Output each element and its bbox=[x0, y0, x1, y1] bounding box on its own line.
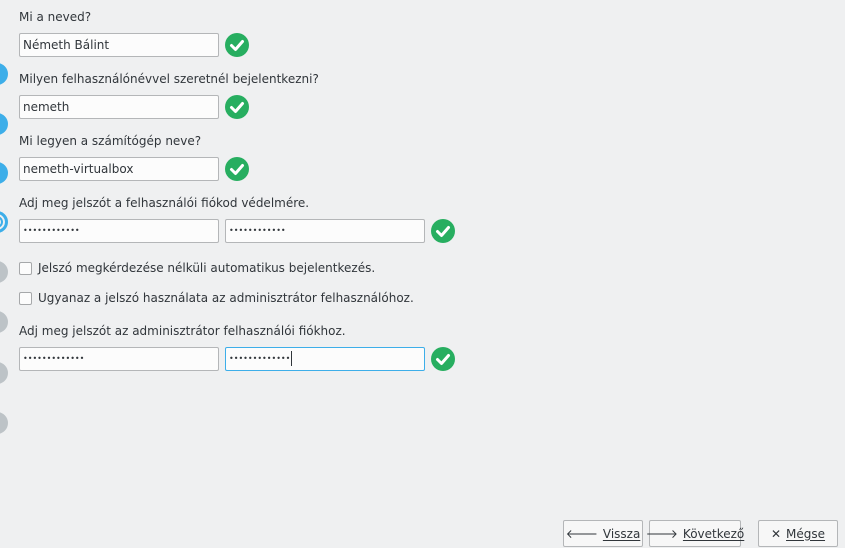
step-indicator bbox=[0, 0, 10, 548]
step-dot-current bbox=[0, 211, 8, 233]
text-caret bbox=[291, 351, 293, 366]
check-icon bbox=[431, 219, 455, 243]
check-icon bbox=[225, 95, 249, 119]
admin-password-confirm-value: ••••••••••••• bbox=[229, 354, 291, 363]
next-button-label: Következő bbox=[682, 526, 745, 541]
hostname-label: Mi legyen a számítógép neve? bbox=[19, 134, 202, 148]
user-password-label: Adj meg jelszót a felhasználói fiókod vé… bbox=[19, 196, 310, 210]
step-dot-7 bbox=[0, 362, 8, 384]
reuse-password-label: Ugyanaz a jelszó használata az adminiszt… bbox=[38, 291, 414, 305]
next-button[interactable]: 🡒 Következő bbox=[645, 520, 745, 547]
cancel-button[interactable]: ✕ Mégse bbox=[758, 520, 838, 547]
cancel-button-label: Mégse bbox=[786, 526, 826, 541]
admin-password-label: Adj meg jelszót az adminisztrátor felhas… bbox=[19, 324, 346, 338]
username-label: Milyen felhasználónévvel szeretnél bejel… bbox=[19, 72, 319, 86]
step-dot-6 bbox=[0, 311, 8, 333]
admin-password-confirm-input[interactable]: ••••••••••••• bbox=[225, 347, 425, 371]
full-name-input[interactable]: Németh Bálint bbox=[19, 33, 219, 57]
user-password-input[interactable]: •••••••••••• bbox=[19, 219, 219, 243]
username-input[interactable]: nemeth bbox=[19, 95, 219, 119]
reuse-password-checkbox[interactable] bbox=[19, 292, 32, 305]
check-icon bbox=[225, 157, 249, 181]
back-button-label: Vissza bbox=[602, 526, 641, 541]
step-dot-2 bbox=[0, 113, 8, 135]
admin-password-input[interactable]: ••••••••••••• bbox=[19, 347, 219, 371]
check-icon bbox=[431, 347, 455, 371]
user-password-confirm-input[interactable]: •••••••••••• bbox=[225, 219, 425, 243]
full-name-label: Mi a neved? bbox=[19, 10, 92, 24]
hostname-input[interactable]: nemeth-virtualbox bbox=[19, 157, 219, 181]
back-button[interactable]: 🡐 Vissza bbox=[563, 520, 643, 547]
check-icon bbox=[225, 33, 249, 57]
autologin-checkbox[interactable] bbox=[19, 262, 32, 275]
step-dot-5 bbox=[0, 261, 8, 283]
step-dot-3 bbox=[0, 162, 8, 184]
arrow-right-icon: 🡒 bbox=[645, 527, 678, 541]
step-dot-1 bbox=[0, 63, 8, 85]
close-icon: ✕ bbox=[770, 526, 782, 541]
autologin-label: Jelszó megkérdezése nélküli automatikus … bbox=[38, 261, 376, 275]
arrow-left-icon: 🡐 bbox=[565, 527, 598, 541]
step-dot-8 bbox=[0, 412, 8, 434]
